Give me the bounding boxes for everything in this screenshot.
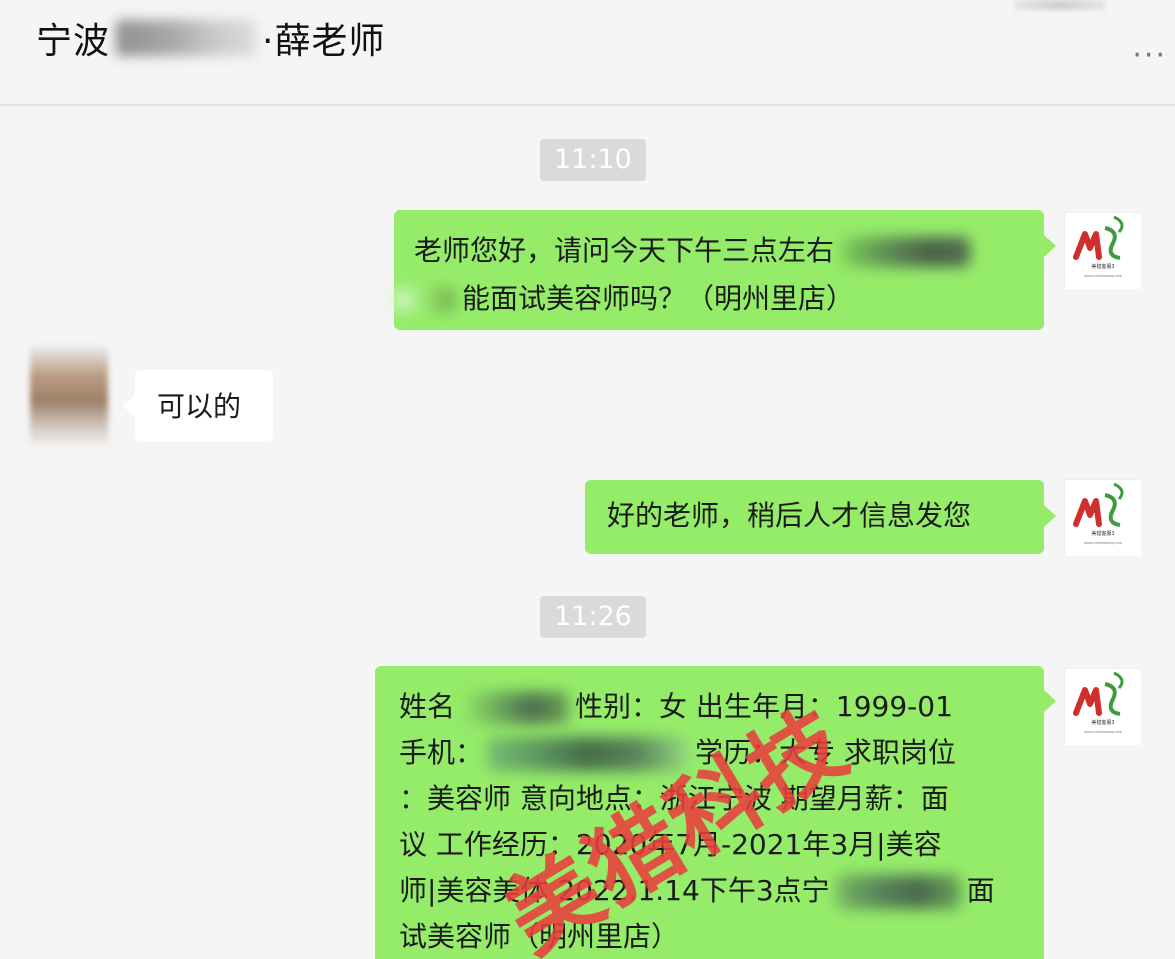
message-line: 试美容师（明州里店） — [399, 914, 1024, 959]
timestamp-text: 11:26 — [554, 601, 632, 632]
redacted-text-blur — [394, 288, 454, 312]
svg-text:www.meilieweng.com: www.meilieweng.com — [1084, 274, 1123, 278]
message-text: 手机： — [399, 736, 484, 769]
message-text: 可以的 — [157, 390, 242, 423]
message-text: 面 — [966, 874, 995, 907]
redacted-text-blur — [842, 237, 971, 267]
bubble-tail — [1044, 235, 1056, 257]
chat-title[interactable]: 宁波 ·薛老师 — [36, 14, 385, 62]
message-text: 姓名 — [399, 690, 456, 723]
meilie-logo-icon: 美猎客服3 www.meilieweng.com — [1065, 213, 1141, 289]
message-incoming-1[interactable]: 可以的 — [135, 370, 273, 442]
my-avatar-logo-icon[interactable]: 美猎客服3 www.meilieweng.com — [1064, 212, 1141, 289]
message-text: 师|美容美体 2022.1.14下午3点宁 — [399, 874, 830, 907]
svg-text:美猎客服3: 美猎客服3 — [1091, 719, 1114, 726]
meilie-logo-icon: 美猎客服3 www.meilieweng.com — [1065, 480, 1141, 556]
timestamp-text: 11:10 — [554, 144, 632, 175]
svg-text:www.meilieweng.com: www.meilieweng.com — [1084, 730, 1123, 734]
chat-window: 宁波 ·薛老师 ··· 11:10 老师您好，请问今天下午三点左右 能面试美容师… — [0, 0, 1175, 959]
message-line: 手机： 学历：大专 求职岗位 — [399, 730, 1024, 776]
svg-text:www.meilieweng.com: www.meilieweng.com — [1084, 541, 1123, 545]
message-outgoing-1[interactable]: 老师您好，请问今天下午三点左右 能面试美容师吗？（明州里店） — [394, 210, 1044, 330]
message-text: 试美容师（明州里店） — [399, 920, 680, 953]
redacted-text-blur — [835, 875, 961, 909]
bubble-tail — [1044, 505, 1056, 527]
message-line: 老师您好，请问今天下午三点左右 — [414, 228, 1022, 274]
timestamp-1110: 11:10 — [540, 139, 646, 181]
my-avatar-logo-icon[interactable]: 美猎客服3 www.meilieweng.com — [1064, 479, 1141, 556]
message-line: 能面试美容师吗？（明州里店） — [394, 276, 1022, 322]
svg-text:美猎客服3: 美猎客服3 — [1091, 530, 1114, 537]
message-text: 能面试美容师吗？（明州里店） — [462, 282, 855, 315]
meilie-logo-icon: 美猎客服3 www.meilieweng.com — [1065, 669, 1141, 745]
bubble-tail — [1044, 690, 1056, 712]
more-options-icon[interactable]: ··· — [1132, 38, 1167, 73]
message-line: 师|美容美体 2022.1.14下午3点宁 面 — [399, 868, 1024, 914]
header-decoration — [1015, 0, 1105, 10]
message-text: 议 工作经历：2020年7月-2021年3月|美容 — [399, 828, 942, 861]
message-text: 老师您好，请问今天下午三点左右 — [414, 234, 835, 267]
message-text: 好的老师，稍后人才信息发您 — [607, 499, 972, 532]
message-line: ：美容师 意向地点：浙江宁波 期望月薪：面 — [399, 776, 1024, 822]
chat-title-suffix: ·薛老师 — [262, 21, 386, 62]
my-avatar-logo-icon[interactable]: 美猎客服3 www.meilieweng.com — [1064, 668, 1141, 745]
chat-header: 宁波 ·薛老师 ··· — [0, 0, 1175, 106]
timestamp-1126: 11:26 — [540, 596, 646, 638]
bubble-tail — [123, 395, 135, 417]
message-line: 姓名 性别：女 出生年月：1999-01 — [399, 684, 1024, 730]
svg-text:美猎客服3: 美猎客服3 — [1091, 263, 1114, 270]
message-text: ：美容师 意向地点：浙江宁波 期望月薪：面 — [399, 782, 949, 815]
message-text: 性别：女 出生年月：1999-01 — [575, 690, 953, 723]
message-outgoing-3[interactable]: 姓名 性别：女 出生年月：1999-01 手机： 学历：大专 求职岗位 ：美容师 意… — [375, 666, 1044, 959]
redacted-text-blur — [461, 692, 570, 724]
redacted-text-blur — [487, 737, 688, 771]
redacted-name-blur — [116, 20, 257, 56]
message-text: 学历：大专 求职岗位 — [695, 736, 956, 769]
message-line: 议 工作经历：2020年7月-2021年3月|美容 — [399, 822, 1024, 868]
chat-title-prefix: 宁波 — [36, 21, 111, 62]
message-outgoing-2[interactable]: 好的老师，稍后人才信息发您 — [585, 480, 1044, 554]
contact-avatar-blurred[interactable] — [30, 346, 108, 446]
